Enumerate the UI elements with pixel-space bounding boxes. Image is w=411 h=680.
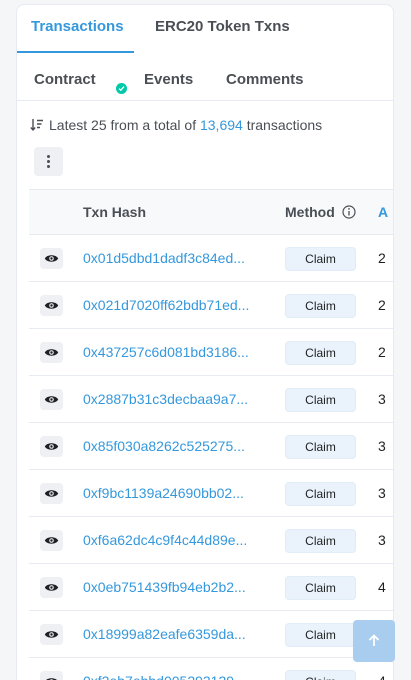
txn-hash-link[interactable]: 0x437257c6d081bd3186...: [83, 344, 261, 360]
age-cell-partial: 4: [378, 673, 386, 680]
more-options-button[interactable]: [34, 147, 63, 176]
tab-contract[interactable]: Contract: [34, 71, 127, 94]
eye-icon: [44, 631, 59, 638]
age-cell-partial: 2: [378, 250, 386, 266]
table-row: 0x021d7020ff62bdb71ed... Claim 2: [29, 282, 393, 329]
table-body: 0x01d5dbd1dadf3c84ed... Claim 2 0x021d7020f…: [29, 235, 393, 680]
arrow-up-icon: [368, 634, 380, 646]
eye-icon: [44, 302, 59, 309]
txn-hash-link[interactable]: 0xf9bc1139a24690bb02...: [83, 485, 261, 501]
tab-events[interactable]: Events: [144, 71, 193, 88]
table-row: 0x2887b31c3decbaa9a7... Claim 3: [29, 376, 393, 423]
method-badge: Claim: [285, 341, 356, 365]
summary-suffix: transactions: [242, 117, 323, 133]
txn-hash-link[interactable]: 0x85f030a8262c525275...: [83, 438, 261, 454]
kebab-icon: [47, 155, 50, 158]
txn-hash-link[interactable]: 0x021d7020ff62bdb71ed...: [83, 297, 261, 313]
header-txn-hash: Txn Hash: [83, 204, 147, 220]
header-method: Method: [285, 204, 356, 220]
view-details-button[interactable]: [40, 389, 63, 410]
transaction-count-link[interactable]: 13,694: [200, 117, 243, 133]
method-badge: Claim: [285, 247, 356, 271]
table-row: 0x85f030a8262c525275... Claim 3: [29, 423, 393, 470]
eye-icon: [44, 443, 59, 450]
tab-comments[interactable]: Comments: [226, 71, 304, 88]
primary-tabs: Transactions ERC20 Token Txns: [17, 5, 393, 53]
view-details-button[interactable]: [40, 248, 63, 269]
txn-hash-link[interactable]: 0x01d5dbd1dadf3c84ed...: [83, 250, 261, 266]
txn-hash-link[interactable]: 0x18999a82eafe6359da...: [83, 626, 261, 642]
eye-icon: [46, 678, 57, 680]
table-row: 0x18999a82eafe6359da...Claim4: [29, 611, 393, 658]
age-cell-partial: 2: [378, 344, 386, 360]
age-cell-partial: 3: [378, 391, 386, 407]
header-age-partial[interactable]: A: [378, 204, 388, 220]
table-row: 0x0eb751439fb94eb2b2... Claim 4: [29, 564, 393, 611]
method-badge: Claim: [285, 623, 356, 647]
summary-prefix: Latest 25 from a total of: [49, 117, 200, 133]
table-row: 0x437257c6d081bd3186... Claim 2: [29, 329, 393, 376]
view-details-button[interactable]: [40, 671, 63, 680]
method-badge: Claim: [285, 576, 356, 600]
view-details-button[interactable]: [40, 436, 63, 457]
tab-contract-label: Contract: [34, 71, 96, 88]
method-badge: Claim: [285, 435, 356, 459]
transactions-card: Transactions ERC20 Token Txns Contract E…: [16, 4, 394, 680]
back-to-top-button[interactable]: [353, 620, 395, 662]
verified-check-icon: [116, 83, 127, 94]
method-badge: Claim: [285, 670, 356, 680]
method-badge: Claim: [285, 388, 356, 412]
view-details-button[interactable]: [40, 342, 63, 363]
eye-icon: [44, 584, 59, 591]
age-cell-partial: 3: [378, 532, 386, 548]
txn-hash-link[interactable]: 0x2887b31c3decbaa9a7...: [83, 391, 261, 407]
eye-icon: [44, 490, 59, 497]
view-details-button[interactable]: [40, 295, 63, 316]
age-cell-partial: 3: [378, 485, 386, 501]
txn-hash-link[interactable]: 0xf6a62dc4c9f4c44d89e...: [83, 532, 261, 548]
header-method-label: Method: [285, 204, 335, 220]
view-details-button[interactable]: [40, 577, 63, 598]
eye-icon: [44, 255, 59, 262]
table-row: 0xf9bc1139a24690bb02... Claim 3: [29, 470, 393, 517]
sort-descending-icon: [30, 118, 44, 132]
view-details-button[interactable]: [40, 530, 63, 551]
view-details-button[interactable]: [40, 483, 63, 504]
method-badge: Claim: [285, 294, 356, 318]
view-details-button[interactable]: [40, 624, 63, 645]
age-cell-partial: 3: [378, 438, 386, 454]
method-badge: Claim: [285, 529, 356, 553]
txn-hash-link[interactable]: 0x0eb751439fb94eb2b2...: [83, 579, 261, 595]
txn-hash-link[interactable]: 0xf2eb7ebbd005293129...: [83, 673, 261, 680]
eye-icon: [44, 349, 59, 356]
info-circle-icon[interactable]: [342, 205, 356, 219]
eye-icon: [44, 396, 59, 403]
table-row: 0xf2eb7ebbd005293129... Claim 4: [29, 658, 393, 680]
table-header: Txn Hash Method A: [29, 189, 393, 235]
method-badge: Claim: [285, 482, 356, 506]
age-cell-partial: 4: [378, 579, 386, 595]
table-row: 0x01d5dbd1dadf3c84ed... Claim 2: [29, 235, 393, 282]
tab-transactions[interactable]: Transactions: [31, 18, 124, 35]
age-cell-partial: 2: [378, 297, 386, 313]
eye-icon: [44, 537, 59, 544]
secondary-tabs: Contract Events Comments: [17, 53, 393, 101]
transactions-summary: Latest 25 from a total of 13,694 transac…: [30, 117, 322, 133]
transactions-table: Txn Hash Method A 0x01d5dbd1dadf3c84ed..…: [29, 189, 393, 680]
tab-erc20-token-txns[interactable]: ERC20 Token Txns: [155, 18, 290, 35]
table-row: 0xf6a62dc4c9f4c44d89e... Claim 3: [29, 517, 393, 564]
